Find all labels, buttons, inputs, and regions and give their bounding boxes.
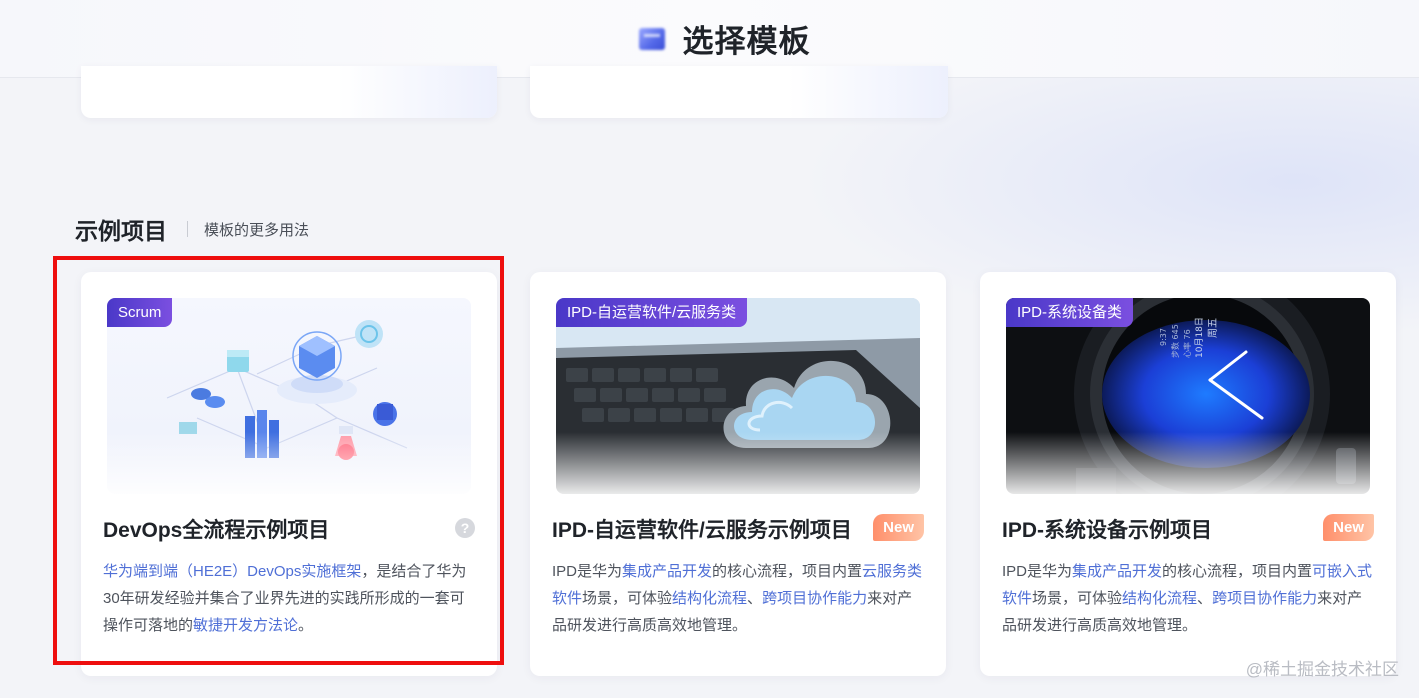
watch-face-line: 10月18日 (1194, 317, 1205, 358)
description-text: IPD是华为 (552, 563, 623, 580)
template-card-partial-2[interactable] (530, 66, 948, 118)
image-fade (980, 432, 1396, 494)
new-badge: New (1323, 514, 1374, 541)
description-text: 的核心流程，项目内置 (1162, 563, 1313, 580)
section-header: 示例项目 模板的更多用法 (75, 212, 309, 246)
watch-face-line: 心率 76 (1182, 329, 1192, 358)
section-title: 示例项目 (75, 218, 167, 244)
description-link[interactable]: 结构化流程 (672, 590, 747, 607)
description-text: 、 (747, 590, 763, 607)
description-link[interactable]: 集成产品开发 (622, 563, 712, 580)
description-text: 场景，可体验 (1032, 590, 1123, 607)
card-description: IPD是华为集成产品开发的核心流程，项目内置可嵌入式软件场景，可体验结构化流程、… (1002, 558, 1374, 639)
section-subtitle: 模板的更多用法 (204, 221, 310, 239)
template-tag: IPD-自运营软件/云服务类 (556, 298, 748, 327)
description-link[interactable]: 跨项目协作能力 (762, 590, 867, 607)
description-text: 、 (1197, 590, 1213, 607)
card-title: IPD-自运营软件/云服务示例项目 (552, 519, 852, 542)
description-link[interactable]: 集成产品开发 (1072, 563, 1162, 580)
description-text: IPD是华为 (1002, 563, 1073, 580)
description-text: 场景，可体验 (582, 590, 673, 607)
highlight-frame (53, 256, 504, 665)
new-badge: New (873, 514, 924, 541)
watch-face-line: 9:37 (1159, 328, 1168, 346)
template-icon (638, 27, 665, 50)
description-text: 的核心流程，项目内置 (712, 563, 863, 580)
template-tag: IPD-系统设备类 (1006, 298, 1134, 327)
template-card-partial-1[interactable] (81, 66, 497, 118)
description-link[interactable]: 结构化流程 (1122, 590, 1197, 607)
card-description: IPD是华为集成产品开发的核心流程，项目内置云服务类软件场景，可体验结构化流程、… (552, 558, 924, 639)
card-title: IPD-系统设备示例项目 (1002, 519, 1212, 542)
watch-face-line: 周五 (1207, 318, 1219, 338)
description-link[interactable]: 跨项目协作能力 (1212, 590, 1317, 607)
image-fade (530, 432, 946, 494)
example-project-card-ipd-cloud[interactable]: IPD-自运营软件/云服务类 IPD-自运营软件/云服务示例项目 New IPD… (530, 272, 946, 676)
watermark: @稀土掘金技术社区 (1245, 660, 1399, 679)
section-divider (187, 221, 188, 237)
example-project-card-ipd-device[interactable]: 周五 10月18日 心率 76 步数 645 9:37 IPD-系统设备类 IP… (980, 272, 1396, 676)
watch-face-line: 步数 645 (1170, 324, 1180, 358)
page-title: 选择模板 (682, 24, 811, 59)
